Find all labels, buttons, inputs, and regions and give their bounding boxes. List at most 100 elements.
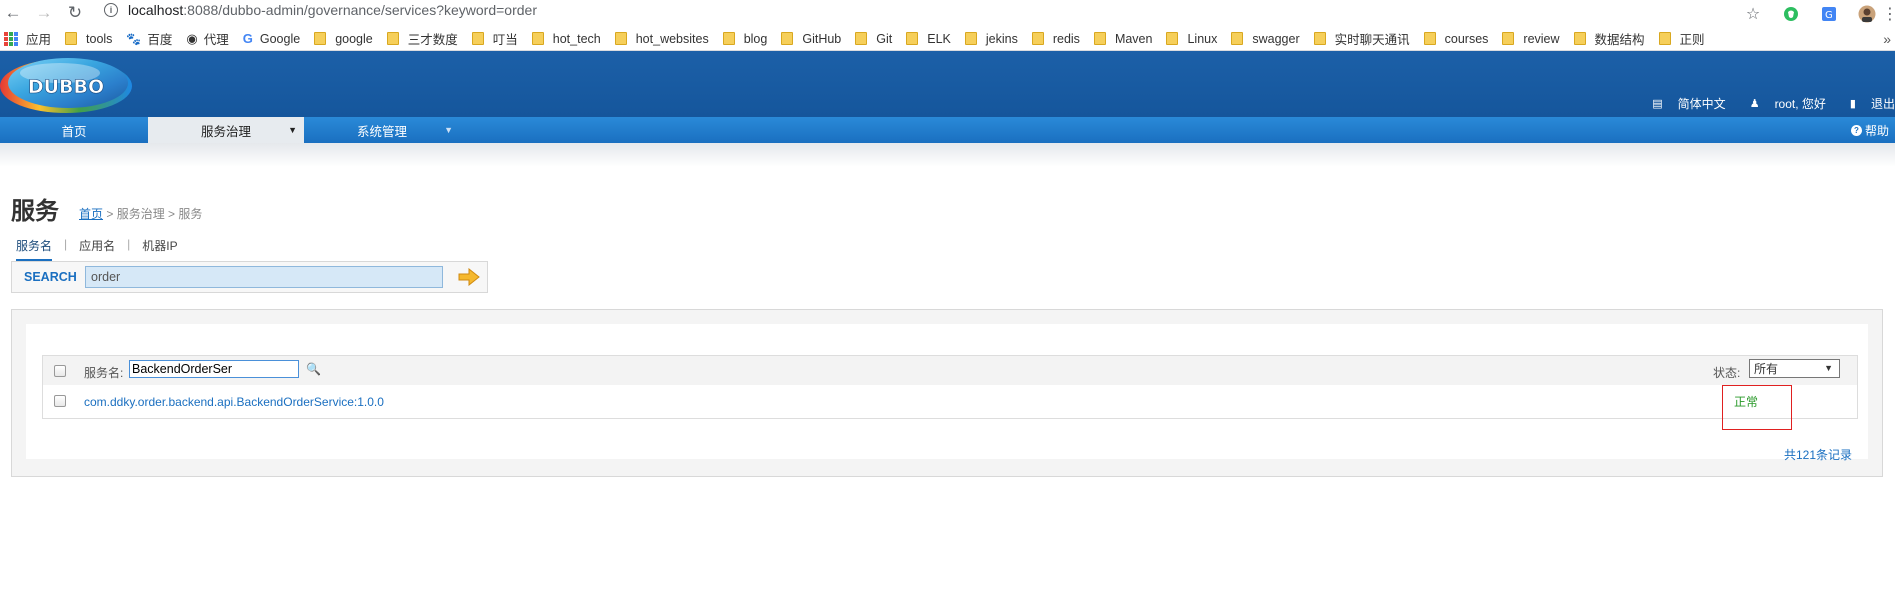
folder-icon xyxy=(722,32,735,45)
reload-icon[interactable]: ↻ xyxy=(66,3,84,22)
bookmark-label: 数据结构 xyxy=(1594,33,1645,47)
bookmark-0[interactable]: 应用 xyxy=(4,29,51,48)
url-path: :8088/dubbo-admin/governance/services?ke… xyxy=(183,2,537,18)
bookmark-19[interactable]: 实时聊天通讯 xyxy=(1313,29,1410,48)
bookmark-15[interactable]: redis xyxy=(1031,32,1080,46)
bookmark-11[interactable]: GitHub xyxy=(781,32,841,46)
status-select[interactable]: 所有 ▼ xyxy=(1749,359,1840,378)
folder-icon xyxy=(531,32,544,45)
forward-icon[interactable]: → xyxy=(35,3,53,22)
breadcrumb: 首页 > 服务治理 > 服务 xyxy=(79,205,202,222)
nav-governance[interactable]: 服务治理 ▼ xyxy=(148,117,304,143)
bookmark-label: review xyxy=(1523,31,1560,46)
search-icon[interactable]: 🔍 xyxy=(306,362,321,376)
bookmark-7[interactable]: 叮当 xyxy=(471,29,518,48)
service-filter-label: 服务名: xyxy=(84,366,124,380)
list-header: 服务名: 🔍 状态: 所有 ▼ xyxy=(42,355,1858,386)
folder-icon xyxy=(1658,32,1671,45)
menu-kebab-icon[interactable]: ⋮ xyxy=(1882,4,1895,24)
breadcrumb-home-link[interactable]: 首页 xyxy=(79,207,103,221)
bookmark-9[interactable]: hot_websites xyxy=(614,31,709,46)
tab-app-name[interactable]: 应用名 xyxy=(79,237,115,261)
page-title: 服务 xyxy=(11,198,59,225)
select-all-checkbox[interactable] xyxy=(54,365,66,377)
nav-shadow xyxy=(0,143,1895,167)
user-link[interactable]: ♟ root, 您好 xyxy=(1738,95,1826,112)
folder-icon xyxy=(855,32,868,45)
bookmark-label: google xyxy=(335,31,373,46)
folder-icon xyxy=(906,32,919,45)
folder-icon xyxy=(1573,32,1586,45)
folder-icon xyxy=(1313,32,1326,45)
bookmark-13[interactable]: ELK xyxy=(906,32,951,46)
folder-icon xyxy=(1502,32,1515,45)
chevron-down-icon: ▼ xyxy=(1824,363,1833,373)
dubbo-logo[interactable]: DUBBO xyxy=(0,53,135,113)
bookmark-5[interactable]: google xyxy=(314,32,373,46)
url-field[interactable]: i localhost:8088/dubbo-admin/governance/… xyxy=(104,2,537,18)
folder-icon xyxy=(65,32,78,45)
user-icon: ♟ xyxy=(1749,98,1760,110)
bookmark-label: jekins xyxy=(985,31,1018,46)
info-icon[interactable]: i xyxy=(104,3,118,17)
tab-service-name[interactable]: 服务名 xyxy=(16,237,53,261)
bookmark-label: hot_websites xyxy=(635,31,709,46)
bookmark-4[interactable]: G Google xyxy=(243,31,300,46)
service-link[interactable]: com.ddky.order.backend.api.BackendOrderS… xyxy=(84,395,384,409)
folder-icon xyxy=(781,32,794,45)
breadcrumb-trail: > 服务治理 > 服务 xyxy=(103,207,203,221)
search-input[interactable] xyxy=(85,266,443,288)
back-icon[interactable]: ← xyxy=(4,3,22,22)
search-tabs: 服务名 | 应用名 | 机器IP xyxy=(16,237,178,261)
translate-extension-icon[interactable]: G xyxy=(1819,4,1839,24)
bookmark-21[interactable]: review xyxy=(1502,31,1560,46)
bookmark-6[interactable]: 三才数度 xyxy=(386,29,458,48)
bookmark-14[interactable]: jekins xyxy=(964,31,1018,46)
bookmark-label: ELK xyxy=(927,31,951,46)
tab-machine-ip[interactable]: 机器IP xyxy=(142,237,177,261)
status-badge: 正常 xyxy=(1734,395,1759,409)
main-nav: 首页 服务治理 ▼ 系统管理 ▼ ? 帮助 xyxy=(0,117,1895,143)
bookmark-17[interactable]: Linux xyxy=(1166,32,1217,46)
bookmark-label: 应用 xyxy=(26,33,52,47)
bookmarks-overflow-icon[interactable]: » xyxy=(1883,31,1891,47)
language-link[interactable]: ▤ 简体中文 xyxy=(1640,95,1725,112)
row-checkbox[interactable] xyxy=(54,395,66,407)
nav-system[interactable]: 系统管理 ▼ xyxy=(304,117,460,143)
record-count: 共121条记录 xyxy=(1783,448,1852,462)
folder-icon xyxy=(471,32,484,45)
bookmark-22[interactable]: 数据结构 xyxy=(1573,29,1645,48)
bookmark-16[interactable]: Maven xyxy=(1093,32,1152,46)
star-icon[interactable]: ☆ xyxy=(1743,4,1763,24)
bookmark-18[interactable]: swagger xyxy=(1231,32,1300,46)
bookmark-10[interactable]: blog xyxy=(722,32,767,46)
apps-grid-icon xyxy=(4,31,18,46)
bookmark-12[interactable]: Git xyxy=(855,32,892,46)
search-go-arrow-icon[interactable] xyxy=(457,267,481,287)
bookmark-label: Linux xyxy=(1187,31,1218,46)
help-link[interactable]: ? 帮助 xyxy=(1850,117,1889,143)
folder-icon xyxy=(614,32,627,45)
service-filter-input[interactable] xyxy=(129,360,299,378)
document-icon: ▤ xyxy=(1652,98,1663,110)
logout-link[interactable]: ▮ 退出 xyxy=(1838,95,1895,112)
evernote-extension-icon[interactable] xyxy=(1781,4,1801,24)
bookmark-label: GitHub xyxy=(802,31,842,46)
url-host: localhost xyxy=(128,2,184,18)
tab-separator: | xyxy=(64,237,68,251)
bookmark-8[interactable]: hot_tech xyxy=(531,32,601,46)
search-label: SEARCH xyxy=(24,270,77,284)
bookmark-label: 代理 xyxy=(203,33,229,47)
bookmark-20[interactable]: courses xyxy=(1423,32,1488,46)
bookmark-3[interactable]: ◉ 代理 xyxy=(186,29,228,48)
google-icon: G xyxy=(242,31,253,46)
nav-home[interactable]: 首页 xyxy=(0,117,148,143)
folder-icon xyxy=(1231,32,1244,45)
bookmark-1[interactable]: tools xyxy=(65,32,112,46)
bookmark-23[interactable]: 正则 xyxy=(1658,29,1705,48)
folder-icon xyxy=(1166,32,1179,45)
results-panel: 服务名: 🔍 状态: 所有 ▼ com.ddky.order.backend.a… xyxy=(11,309,1883,477)
bookmark-2[interactable]: 🐾 百度 xyxy=(126,29,172,48)
results-container: 服务名: 🔍 状态: 所有 ▼ com.ddky.order.backend.a… xyxy=(26,324,1868,462)
profile-avatar-icon[interactable] xyxy=(1857,4,1877,24)
